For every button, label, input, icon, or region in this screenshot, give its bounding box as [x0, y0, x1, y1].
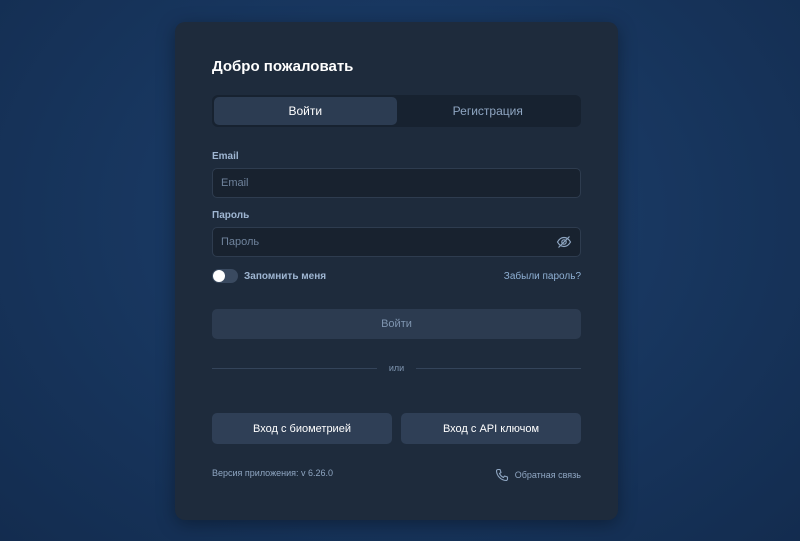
- feedback-link[interactable]: Обратная связь: [495, 468, 581, 482]
- login-card: Добро пожаловать Войти Регистрация Email…: [175, 22, 618, 520]
- password-field-wrapper: [212, 227, 581, 257]
- remember-me: Запомнить меня: [212, 269, 326, 283]
- email-field-wrapper: [212, 168, 581, 198]
- auth-tabs: Войти Регистрация: [212, 95, 581, 127]
- phone-icon: [495, 468, 509, 482]
- divider-line-left: [212, 367, 377, 369]
- remember-me-toggle[interactable]: [212, 269, 238, 283]
- email-field[interactable]: [221, 177, 572, 189]
- password-field[interactable]: [221, 236, 556, 248]
- divider-label: или: [388, 363, 405, 373]
- toggle-knob: [213, 270, 225, 282]
- feedback-label: Обратная связь: [514, 470, 581, 480]
- email-label: Email: [212, 151, 239, 162]
- eye-off-icon[interactable]: [556, 234, 572, 250]
- tab-login[interactable]: Войти: [214, 97, 397, 125]
- biometric-login-button[interactable]: Вход с биометрией: [212, 413, 392, 444]
- tab-register[interactable]: Регистрация: [397, 97, 580, 125]
- page-title: Добро пожаловать: [212, 58, 354, 75]
- api-key-login-button[interactable]: Вход с API ключом: [401, 413, 581, 444]
- password-label: Пароль: [212, 210, 250, 221]
- divider-line-right: [416, 367, 581, 369]
- divider: или: [212, 362, 581, 374]
- forgot-password-link[interactable]: Забыли пароль?: [504, 271, 581, 282]
- remember-me-label: Запомнить меня: [244, 270, 327, 282]
- login-button[interactable]: Войти: [212, 309, 581, 339]
- app-version: Версия приложения: v 6.26.0: [212, 468, 333, 478]
